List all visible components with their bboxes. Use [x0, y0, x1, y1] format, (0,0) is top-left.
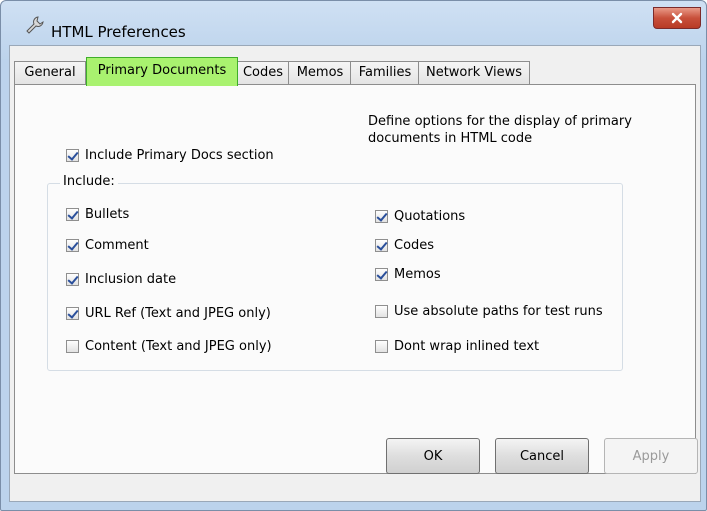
group-label: Include:: [60, 174, 118, 189]
checkbox-label: Codes: [394, 238, 435, 253]
tab-general[interactable]: General: [14, 61, 86, 84]
codes-checkbox[interactable]: Codes: [375, 238, 434, 253]
panel-description: Define options for the display of primar…: [368, 114, 632, 146]
checkbox-label: Content (Text and JPEG only): [85, 339, 272, 354]
memos-checkbox[interactable]: Memos: [375, 267, 441, 282]
checkbox-label: Dont wrap inlined text: [394, 339, 540, 354]
bullets-checkbox[interactable]: Bullets: [66, 207, 129, 222]
checkbox-box[interactable]: [66, 239, 79, 252]
ok-button[interactable]: OK: [386, 438, 480, 474]
checkbox-label: Include Primary Docs section: [85, 148, 274, 163]
tab-primary-documents[interactable]: Primary Documents: [86, 57, 238, 86]
checkbox-label: Inclusion date: [85, 272, 177, 287]
tab-network-views[interactable]: Network Views: [418, 61, 530, 84]
wrench-icon: [26, 16, 44, 34]
tab-memos[interactable]: Memos: [288, 61, 352, 84]
checkbox-box[interactable]: [375, 268, 388, 281]
checkbox-box[interactable]: [375, 305, 388, 318]
content-checkbox[interactable]: Content (Text and JPEG only): [66, 339, 272, 354]
window-title: HTML Preferences: [51, 23, 186, 41]
checkbox-box[interactable]: [66, 307, 79, 320]
tab-families[interactable]: Families: [350, 61, 420, 84]
checkbox-box[interactable]: [66, 340, 79, 353]
checkbox-box[interactable]: [375, 239, 388, 252]
checkbox-box[interactable]: [66, 149, 79, 162]
checkbox-box[interactable]: [66, 208, 79, 221]
cancel-button[interactable]: Cancel: [495, 438, 589, 474]
checkbox-label: Quotations: [394, 209, 466, 224]
include-primary-docs-checkbox[interactable]: Include Primary Docs section: [66, 148, 274, 163]
close-icon: [671, 12, 683, 24]
checkbox-box[interactable]: [375, 340, 388, 353]
tab-codes[interactable]: Codes: [236, 61, 290, 84]
apply-button[interactable]: Apply: [604, 438, 698, 474]
close-button[interactable]: [653, 7, 701, 29]
absolute-paths-checkbox[interactable]: Use absolute paths for test runs: [375, 304, 603, 319]
quotations-checkbox[interactable]: Quotations: [375, 209, 465, 224]
checkbox-label: Use absolute paths for test runs: [394, 304, 603, 319]
dont-wrap-checkbox[interactable]: Dont wrap inlined text: [375, 339, 539, 354]
checkbox-label: URL Ref (Text and JPEG only): [85, 306, 271, 321]
title-bar[interactable]: HTML Preferences: [1, 1, 706, 45]
checkbox-box[interactable]: [66, 273, 79, 286]
checkbox-box[interactable]: [375, 210, 388, 223]
checkbox-label: Memos: [394, 267, 441, 282]
inclusion-date-checkbox[interactable]: Inclusion date: [66, 272, 176, 287]
checkbox-label: Comment: [85, 238, 149, 253]
comment-checkbox[interactable]: Comment: [66, 238, 149, 253]
url-ref-checkbox[interactable]: URL Ref (Text and JPEG only): [66, 306, 271, 321]
checkbox-label: Bullets: [85, 207, 130, 222]
